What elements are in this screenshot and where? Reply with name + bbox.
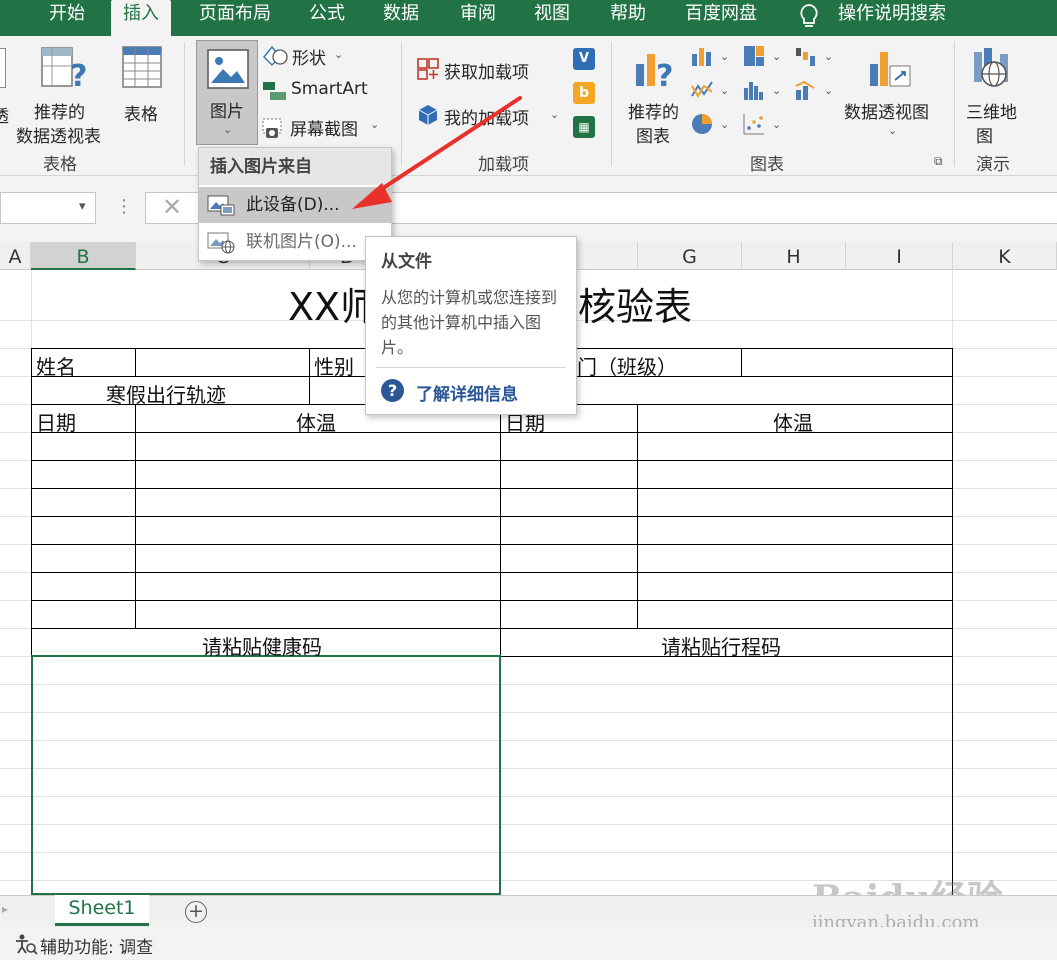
- status-bar: 辅助功能: 调查: [0, 927, 1057, 960]
- sheet-tab-sheet1[interactable]: Sheet1: [55, 895, 149, 926]
- add-sheet-icon[interactable]: +: [185, 901, 207, 923]
- accessibility-status[interactable]: 辅助功能: 调查: [40, 933, 153, 958]
- sheet-tabs-bar: ▸ Sheet1 + jingyan.baidu.com: [0, 895, 1057, 933]
- accessibility-icon[interactable]: [14, 933, 38, 955]
- annotation-arrow: [352, 96, 522, 209]
- scroll-left-icon[interactable]: ▸: [2, 902, 8, 916]
